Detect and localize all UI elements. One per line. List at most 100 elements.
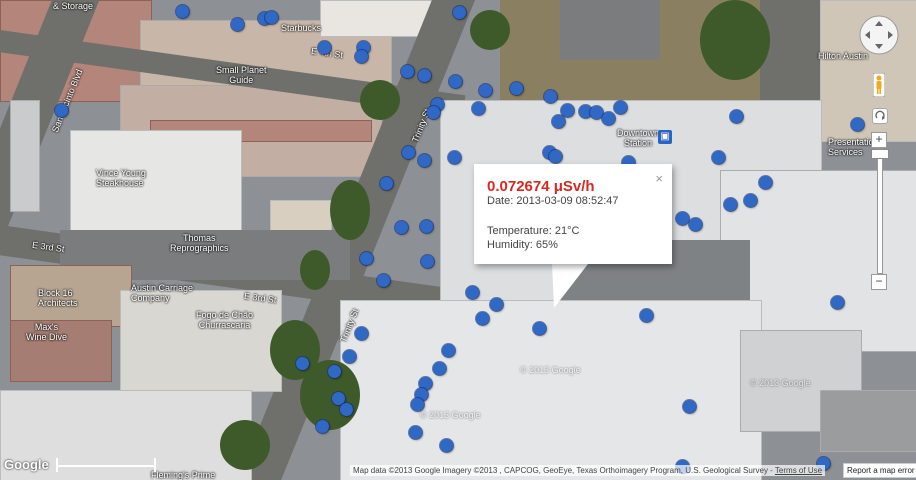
sensor-marker[interactable]	[400, 64, 414, 78]
map-label-small-planet-line1: Small Planet	[216, 65, 267, 75]
pan-control[interactable]	[858, 14, 900, 56]
sensor-marker[interactable]	[447, 150, 461, 164]
zoom-in-button[interactable]: +	[871, 132, 887, 148]
map-label-thomas-reprographics: Thomas Reprographics	[170, 233, 229, 253]
sensor-marker[interactable]	[426, 105, 440, 119]
map-canvas[interactable]: & Storage Starbucks E 4th St Small Plane…	[0, 0, 916, 480]
map-label-austin-carriage-line1: Austin Carriage	[131, 283, 194, 293]
map-label-maxs-wine-dive: Max's Wine Dive	[26, 322, 67, 342]
sensor-marker[interactable]	[758, 175, 772, 189]
sensor-marker[interactable]	[342, 349, 356, 363]
sensor-marker[interactable]	[601, 111, 615, 125]
sensor-marker[interactable]	[376, 273, 390, 287]
sensor-marker[interactable]	[408, 425, 422, 439]
train-station-icon: ▣	[658, 130, 672, 144]
sensor-marker[interactable]	[711, 150, 725, 164]
map-label-maxs-line1: Max's	[34, 322, 59, 332]
sensor-marker[interactable]	[830, 295, 844, 309]
report-map-error-link[interactable]: Report a map error	[843, 463, 916, 478]
map-label-fogo-de-chao: Fogo de Chão Churrascaria	[196, 310, 253, 330]
sensor-marker[interactable]	[359, 251, 373, 265]
sensor-marker[interactable]	[729, 109, 743, 123]
map-label-small-planet-line2: Guide	[229, 75, 254, 85]
sensor-marker[interactable]	[465, 285, 479, 299]
sensor-marker[interactable]	[589, 105, 603, 119]
sensor-marker[interactable]	[682, 399, 696, 413]
satellite-imagery	[0, 0, 916, 480]
reading-humidity: Humidity: 65%	[487, 239, 558, 251]
sensor-marker[interactable]	[688, 217, 702, 231]
sensor-marker[interactable]	[441, 343, 455, 357]
sensor-marker[interactable]	[675, 211, 689, 225]
map-label-thomas-line1: Thomas	[183, 233, 216, 243]
sensor-marker[interactable]	[317, 40, 331, 54]
zoom-out-button[interactable]: −	[871, 274, 887, 290]
sensor-marker[interactable]	[379, 176, 393, 190]
map-label-block16-line2: Architects	[38, 298, 78, 308]
close-icon[interactable]: ×	[655, 171, 663, 186]
map-label-austin-carriage: Austin Carriage Company	[131, 283, 193, 303]
sensor-marker[interactable]	[551, 114, 565, 128]
sensor-marker[interactable]	[420, 254, 434, 268]
map-label-fogo-line2: Churrascaria	[198, 320, 251, 330]
sensor-marker[interactable]	[417, 68, 431, 82]
sensor-marker[interactable]	[419, 219, 433, 233]
map-label-downtown-station: Downtown Station	[617, 128, 659, 148]
sensor-marker[interactable]	[743, 193, 757, 207]
sensor-marker[interactable]	[327, 364, 341, 378]
sensor-marker[interactable]	[850, 117, 864, 131]
sensor-marker[interactable]	[417, 153, 431, 167]
map-label-vince-young: Vince Young Steakhouse	[96, 168, 146, 188]
sensor-marker[interactable]	[331, 391, 345, 405]
sensor-marker[interactable]	[230, 17, 244, 31]
map-label-small-planet: Small Planet Guide	[216, 65, 267, 85]
radiation-reading: 0.072674 μSv/h	[487, 178, 595, 195]
sensor-marker[interactable]	[475, 311, 489, 325]
zoom-slider-handle[interactable]	[871, 149, 889, 159]
zoom-slider-track[interactable]	[877, 148, 883, 274]
sensor-marker[interactable]	[354, 326, 368, 340]
terms-of-use-link[interactable]: Terms of Use	[775, 466, 822, 475]
sensor-marker[interactable]	[394, 220, 408, 234]
watermark-google-1: © 2013 Google	[520, 365, 581, 375]
sensor-marker[interactable]	[723, 197, 737, 211]
sensor-marker[interactable]	[639, 308, 653, 322]
sensor-marker[interactable]	[354, 49, 368, 63]
sensor-marker[interactable]	[410, 397, 424, 411]
sensor-marker[interactable]	[548, 149, 562, 163]
sensor-marker[interactable]	[543, 89, 557, 103]
sensor-marker[interactable]	[432, 361, 446, 375]
sensor-marker[interactable]	[54, 103, 68, 117]
sensor-marker[interactable]	[613, 100, 627, 114]
map-label-storage: & Storage	[53, 1, 94, 11]
sensor-marker[interactable]	[452, 5, 466, 19]
sensor-marker[interactable]	[448, 74, 462, 88]
rotate-45-icon[interactable]	[872, 108, 888, 124]
sensor-marker[interactable]	[315, 419, 329, 433]
info-window: × 0.072674 μSv/h Date: 2013-03-09 08:52:…	[474, 164, 672, 264]
map-label-vince-young-line2: Steakhouse	[96, 178, 144, 188]
map-label-downtown-station-line1: Downtown	[617, 128, 660, 138]
map-label-downtown-station-line2: Station	[624, 138, 653, 148]
pegman-icon[interactable]	[873, 73, 885, 97]
sensor-marker[interactable]	[478, 83, 492, 97]
sensor-marker[interactable]	[401, 145, 415, 159]
info-window-pointer	[552, 264, 588, 308]
sensor-marker[interactable]	[532, 321, 546, 335]
google-logo[interactable]: Google	[4, 457, 49, 472]
sensor-marker[interactable]	[175, 4, 189, 18]
attribution-text: Map data ©2013 Google Imagery ©2013 , CA…	[353, 466, 775, 475]
sensor-marker[interactable]	[489, 297, 503, 311]
map-label-block16-line1: Block 16	[38, 288, 73, 298]
map-attribution: Map data ©2013 Google Imagery ©2013 , CA…	[350, 465, 826, 476]
sensor-marker[interactable]	[471, 101, 485, 115]
sensor-marker[interactable]	[509, 81, 523, 95]
map-label-thomas-line2: Reprographics	[170, 243, 229, 253]
map-label-block-16: Block 16 Architects	[38, 288, 78, 308]
sensor-marker[interactable]	[264, 10, 278, 24]
sensor-marker[interactable]	[439, 438, 453, 452]
sensor-marker[interactable]	[560, 103, 574, 117]
sensor-marker[interactable]	[339, 402, 353, 416]
map-label-flemings: Fleming's Prime	[151, 470, 216, 480]
sensor-marker[interactable]	[295, 356, 309, 370]
